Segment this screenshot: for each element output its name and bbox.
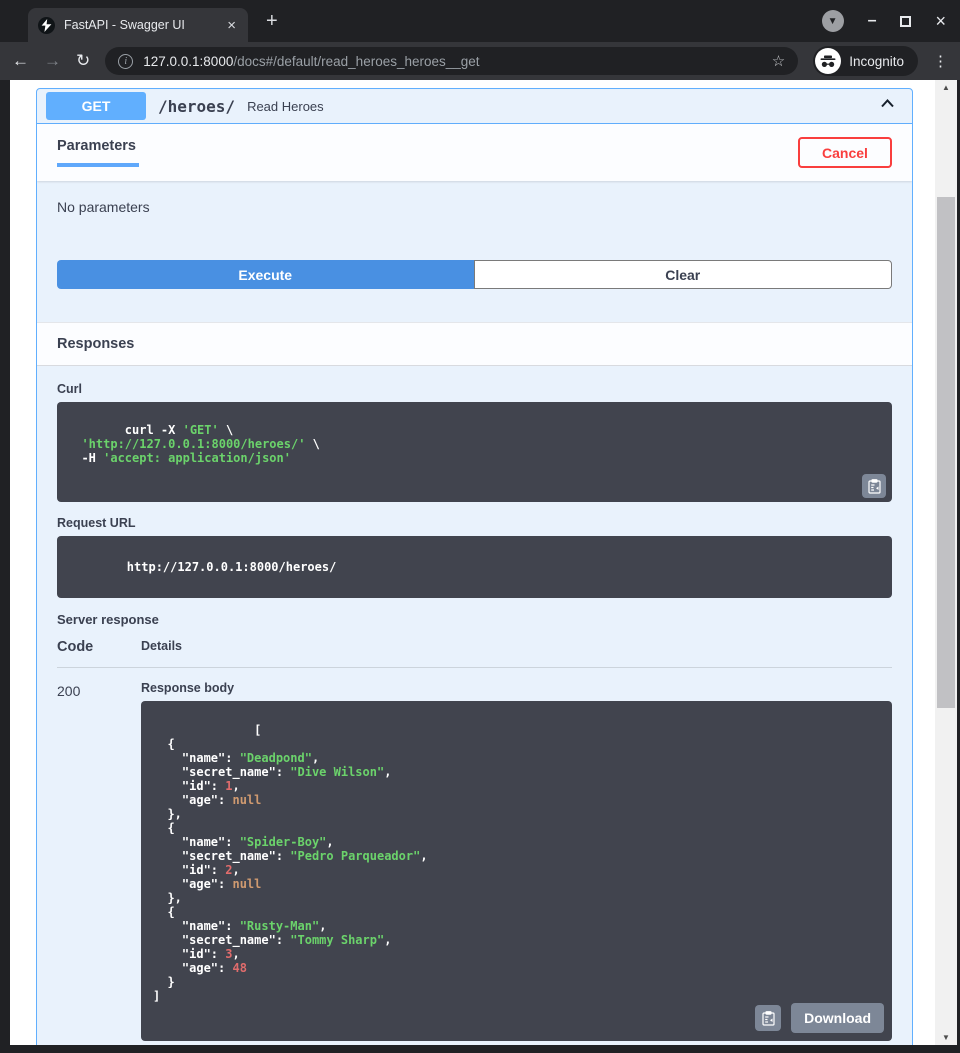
status-code: 200 [57, 681, 141, 1045]
swagger-page: GET /heroes/ Read Heroes Parameters Canc… [10, 80, 935, 1045]
no-parameters-text: No parameters [57, 199, 892, 215]
curl-command-block: curl -X 'GET' \ 'http://127.0.0.1:8000/h… [57, 402, 892, 502]
endpoint-path: /heroes/ [158, 97, 235, 116]
response-table-header: Code Details [57, 639, 892, 668]
curl-label: Curl [57, 382, 892, 396]
scroll-up-icon[interactable]: ▲ [935, 83, 957, 92]
page-info-icon[interactable]: i [118, 54, 133, 69]
endpoint-summary: Read Heroes [247, 99, 324, 114]
http-method-badge: GET [46, 92, 146, 120]
download-button[interactable]: Download [791, 1003, 884, 1033]
details-column-header: Details [141, 639, 182, 655]
server-response-label: Server response [57, 612, 892, 627]
response-row-200: 200 Response body [ { "name": "Deadpond"… [57, 668, 892, 1045]
window-close-icon[interactable]: × [935, 11, 946, 32]
response-body-label: Response body [141, 681, 892, 695]
responses-title: Responses [57, 336, 134, 352]
collapse-chevron-up-icon[interactable] [878, 94, 897, 118]
page-scrollbar[interactable]: ▲ ▼ [935, 80, 957, 1045]
tab-close-icon[interactable]: × [225, 17, 238, 34]
back-icon[interactable]: ← [12, 51, 29, 71]
parameters-body: No parameters Execute Clear [37, 181, 912, 289]
cancel-button[interactable]: Cancel [798, 137, 892, 168]
browser-tab-bar: FastAPI - Swagger UI × + ▼ – × [0, 0, 960, 42]
response-details: Response body [ { "name": "Deadpond", "s… [141, 681, 892, 1045]
clear-button[interactable]: Clear [474, 260, 893, 289]
fastapi-favicon-icon [38, 17, 55, 34]
reload-icon[interactable]: ↻ [76, 51, 90, 71]
tab-parameters[interactable]: Parameters [57, 138, 139, 167]
url-host: 127.0.0.1:8000 [143, 54, 233, 69]
copy-response-button[interactable] [755, 1005, 781, 1031]
bookmark-star-icon[interactable]: ☆ [772, 52, 785, 70]
url-path: /docs#/default/read_heroes_heroes__get [233, 54, 479, 69]
execute-button[interactable]: Execute [57, 260, 474, 289]
browser-toolbar: ← → ↻ i 127.0.0.1:8000/docs#/default/rea… [0, 42, 960, 80]
responses-section-header: Responses [37, 322, 912, 366]
responses-body: Curl curl -X 'GET' \ 'http://127.0.0.1:8… [37, 366, 912, 1045]
scrollbar-thumb[interactable] [937, 197, 955, 708]
window-maximize-icon[interactable] [900, 16, 911, 27]
browser-menu-icon[interactable]: ⋮ [933, 52, 948, 70]
response-body-block: [ { "name": "Deadpond", "secret_name": "… [141, 701, 892, 1041]
url-text: 127.0.0.1:8000/docs#/default/read_heroes… [143, 54, 479, 69]
request-url-block: http://127.0.0.1:8000/heroes/ [57, 536, 892, 598]
browser-tab[interactable]: FastAPI - Swagger UI × [28, 8, 248, 42]
request-url-value: http://127.0.0.1:8000/heroes/ [127, 560, 337, 574]
tab-title: FastAPI - Swagger UI [64, 18, 185, 32]
opblock-get-heroes: GET /heroes/ Read Heroes Parameters Canc… [36, 88, 913, 1045]
opblock-summary[interactable]: GET /heroes/ Read Heroes [37, 89, 912, 124]
code-column-header: Code [57, 639, 141, 655]
new-tab-icon[interactable]: + [266, 8, 278, 34]
chrome-caret-down-icon[interactable]: ▼ [822, 10, 844, 32]
url-bar[interactable]: i 127.0.0.1:8000/docs#/default/read_hero… [105, 47, 798, 75]
request-url-label: Request URL [57, 516, 892, 530]
scroll-down-icon[interactable]: ▼ [935, 1033, 957, 1042]
copy-curl-button[interactable] [862, 474, 886, 498]
incognito-label: Incognito [849, 54, 904, 69]
execute-row: Execute Clear [57, 260, 892, 289]
forward-icon[interactable]: → [44, 51, 61, 71]
incognito-icon [815, 48, 841, 74]
parameters-section-header: Parameters Cancel [37, 124, 912, 181]
window-minimize-icon[interactable]: – [868, 12, 877, 30]
incognito-badge: Incognito [813, 46, 918, 76]
